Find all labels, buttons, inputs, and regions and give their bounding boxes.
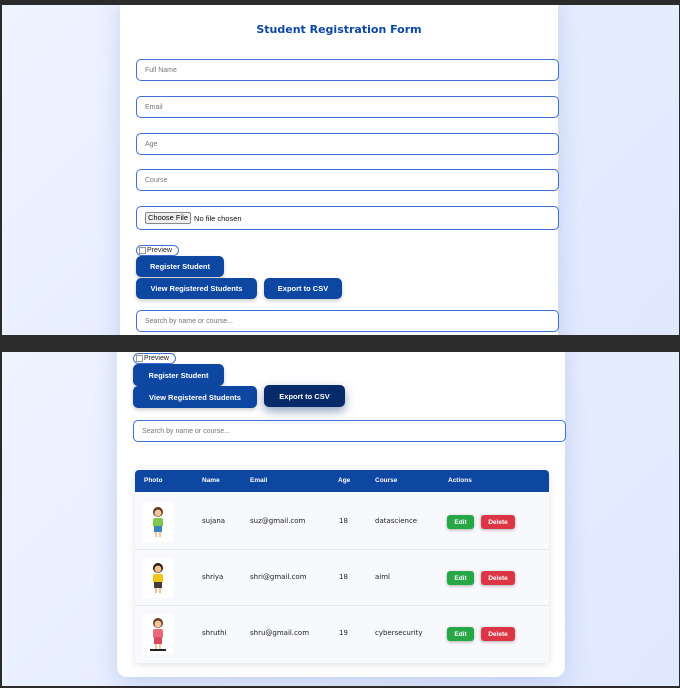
- student-name: shriya: [202, 573, 224, 581]
- students-table: Photo Name Email Age Course Actions suja…: [135, 470, 549, 663]
- photo-preview: Preview: [136, 245, 179, 256]
- file-status-text: No file chosen: [194, 213, 242, 223]
- edit-button[interactable]: Edit: [447, 571, 474, 585]
- student-email: suz@gmail.com: [250, 517, 306, 525]
- student-photo: [143, 502, 173, 542]
- table-row: shriya shri@gmail.com 18 aiml Edit Delet…: [135, 550, 549, 606]
- table-row: shruthi shru@gmail.com 19 cybersecurity …: [135, 606, 549, 661]
- student-avatar-icon: [153, 563, 163, 593]
- table-header: Photo Name Email Age Course Actions: [135, 470, 549, 492]
- page-title: Student Registration Form: [256, 23, 422, 36]
- register-student-button[interactable]: Register Student: [133, 364, 224, 386]
- view-registered-students-button[interactable]: View Registered Students: [136, 278, 257, 299]
- table-row: sujana suz@gmail.com 18 datascience Edit…: [135, 494, 549, 550]
- delete-button[interactable]: Delete: [481, 627, 515, 641]
- student-email: shru@gmail.com: [250, 629, 310, 637]
- bottom-window-pane: Preview Register Student View Registered…: [2, 352, 679, 686]
- student-course: cybersecurity: [375, 629, 423, 637]
- student-age: 18: [339, 573, 348, 581]
- export-csv-button[interactable]: Export to CSV: [264, 278, 342, 299]
- student-course: datascience: [375, 517, 418, 525]
- header-age: Age: [338, 477, 351, 484]
- preview-alt-text: Preview: [144, 355, 169, 362]
- email-input[interactable]: Email: [136, 96, 559, 118]
- registration-card: Student Registration Form Full Name Emai…: [120, 5, 559, 335]
- register-student-button[interactable]: Register Student: [136, 256, 224, 277]
- full-name-input[interactable]: Full Name: [136, 59, 559, 81]
- student-name: shruthi: [202, 629, 227, 637]
- student-age: 19: [339, 629, 348, 637]
- header-actions: Actions: [448, 477, 472, 484]
- header-course: Course: [375, 477, 398, 484]
- broken-image-icon: [139, 247, 146, 254]
- student-avatar-icon: [153, 507, 163, 537]
- broken-image-icon: [136, 355, 143, 362]
- student-photo: [143, 614, 173, 654]
- age-input[interactable]: Age: [136, 133, 559, 155]
- delete-button[interactable]: Delete: [481, 571, 515, 585]
- search-input[interactable]: Search by name or course...: [133, 420, 566, 442]
- student-avatar-icon: [150, 618, 166, 651]
- course-input[interactable]: Course: [136, 169, 559, 191]
- preview-alt-text: Preview: [147, 247, 172, 254]
- header-name: Name: [202, 477, 220, 484]
- edit-button[interactable]: Edit: [447, 515, 474, 529]
- student-photo: [143, 558, 173, 598]
- registration-card-scrolled: Preview Register Student View Registered…: [117, 352, 566, 677]
- photo-file-input[interactable]: Choose File No file chosen: [136, 206, 559, 230]
- header-photo: Photo: [144, 477, 163, 484]
- edit-button[interactable]: Edit: [447, 627, 474, 641]
- view-registered-students-button[interactable]: View Registered Students: [133, 386, 257, 408]
- top-window-pane: Student Registration Form Full Name Emai…: [2, 5, 679, 335]
- student-course: aiml: [375, 573, 390, 581]
- search-input[interactable]: Search by name or course...: [136, 310, 559, 332]
- header-email: Email: [250, 477, 268, 484]
- choose-file-button[interactable]: Choose File: [145, 212, 192, 224]
- student-email: shri@gmail.com: [250, 573, 307, 581]
- delete-button[interactable]: Delete: [481, 515, 515, 529]
- photo-preview: Preview: [133, 353, 176, 364]
- student-age: 18: [339, 517, 348, 525]
- student-name: sujana: [202, 517, 226, 525]
- export-csv-button[interactable]: Export to CSV: [264, 385, 345, 407]
